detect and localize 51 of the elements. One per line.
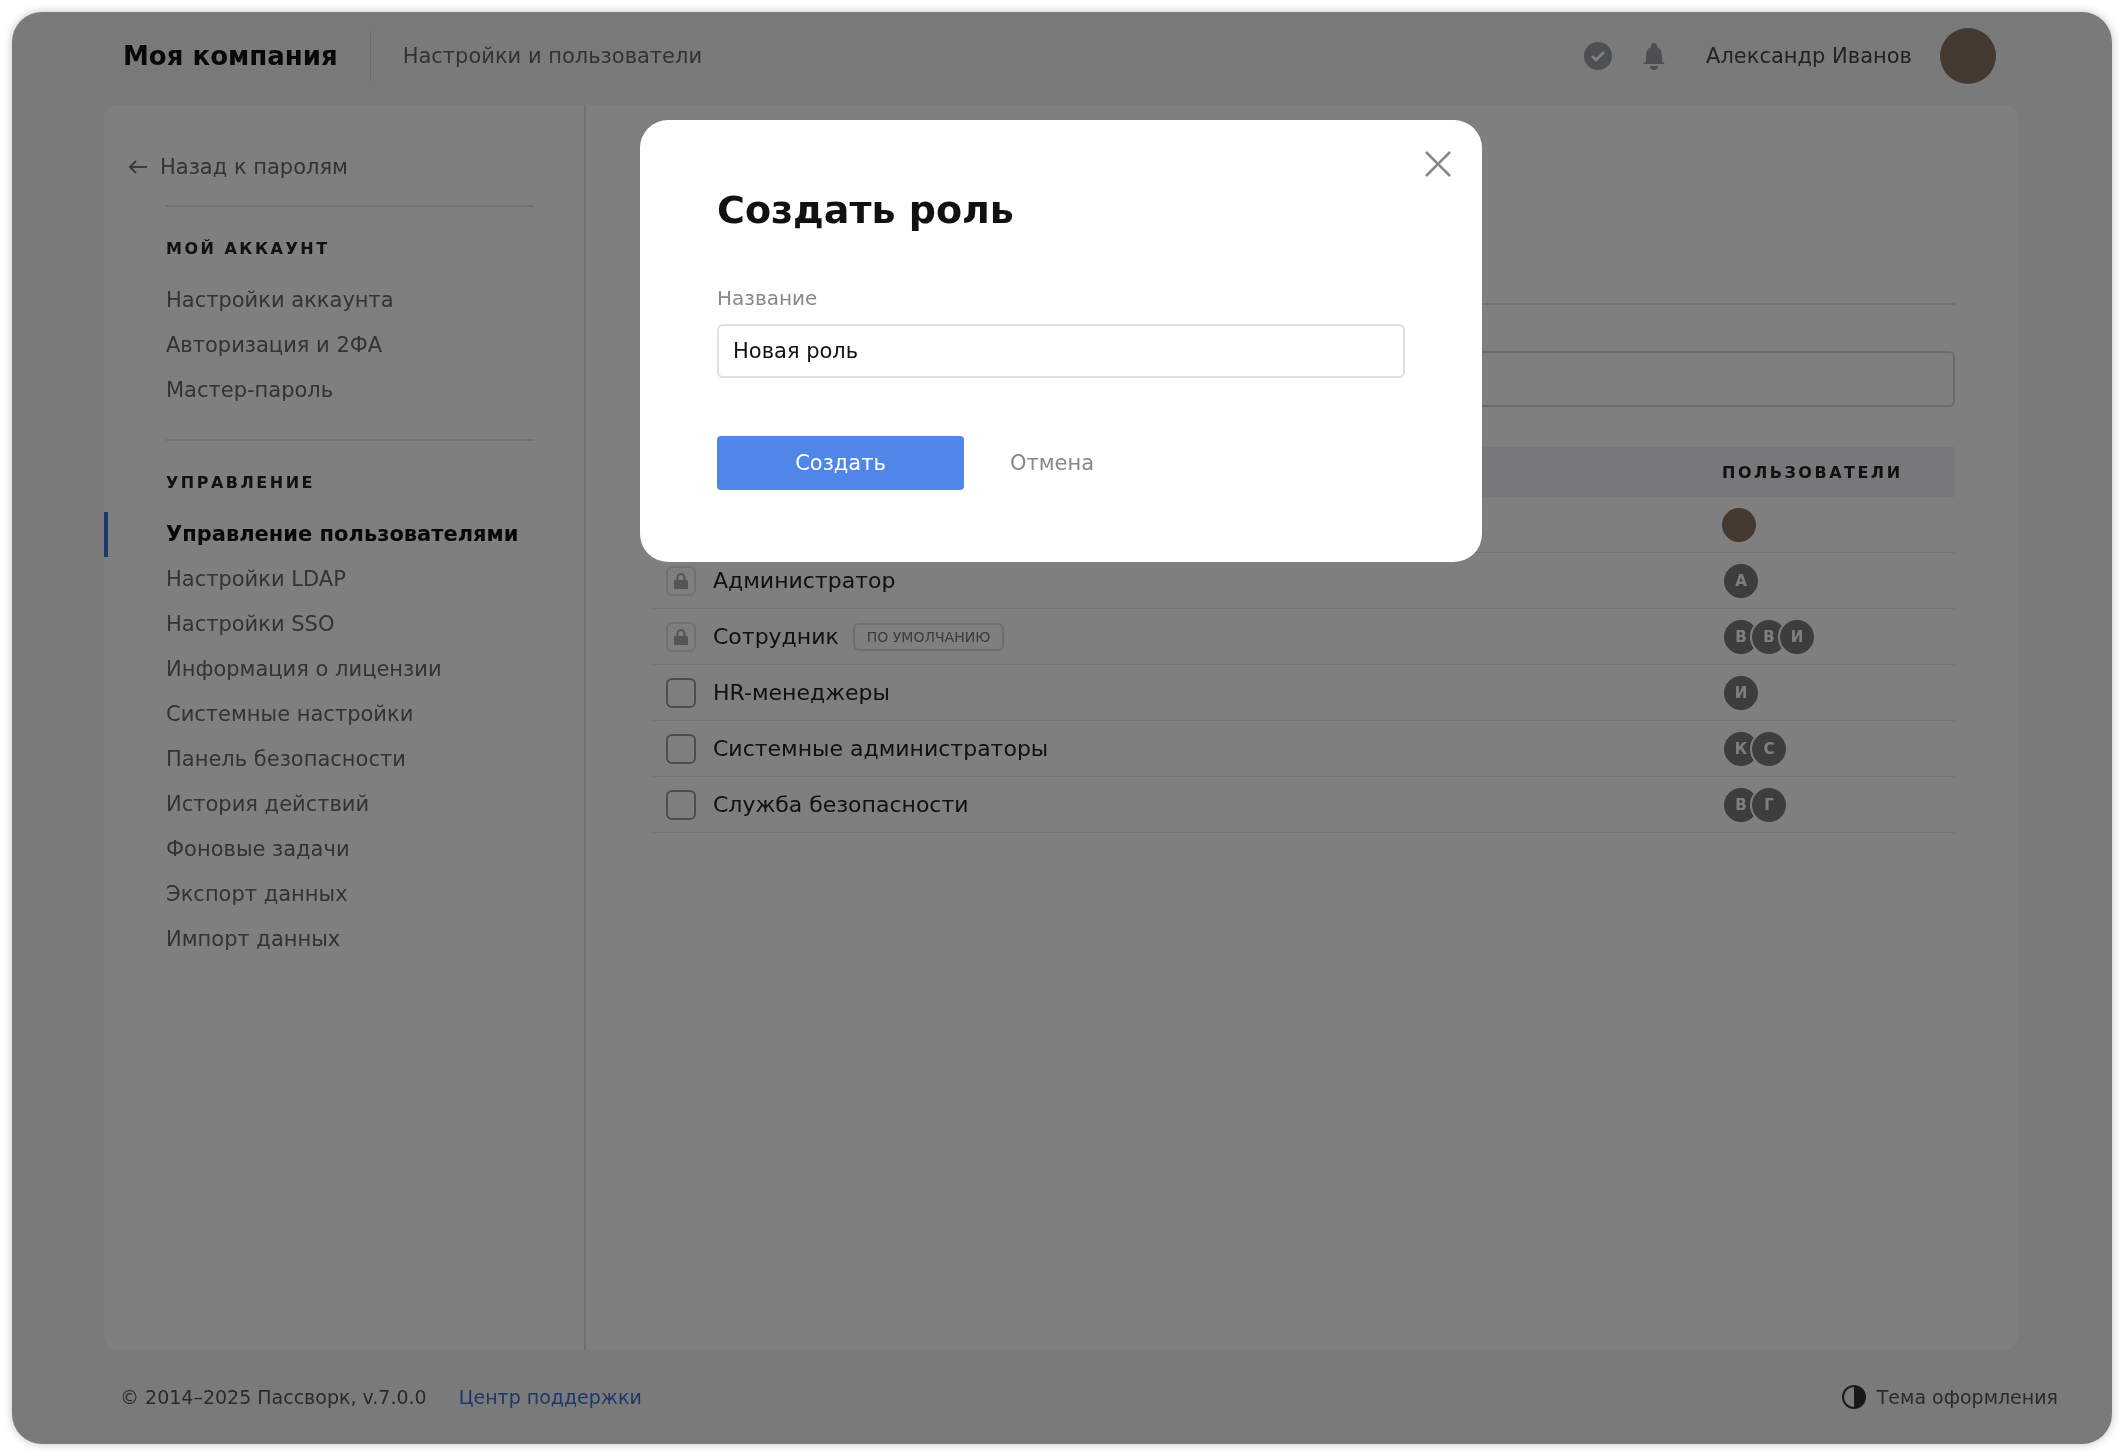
avatar-placeholder[interactable] — [1940, 28, 1996, 84]
role-name: HR-менеджеры — [713, 680, 890, 705]
field-label: Название — [717, 286, 819, 310]
sidebar-item[interactable]: Системные настройки — [104, 692, 534, 737]
dialog-title: Создать роль — [717, 188, 1015, 232]
role-name: Служба безопасности — [713, 792, 969, 817]
cancel-button[interactable]: Отмена — [1004, 450, 1101, 476]
default-tag: ПО УМОЛЧАНИЮ — [852, 622, 1005, 651]
role-name-field[interactable]: Новая роль — [717, 324, 1405, 378]
checkbox[interactable] — [666, 677, 696, 708]
back-arrow-icon — [128, 159, 148, 175]
user-initial-avatar: И — [1778, 617, 1816, 656]
avatar-placeholder — [1722, 507, 1756, 542]
locked-checkbox[interactable] — [666, 565, 696, 596]
user-name[interactable]: Александр Иванов — [1706, 44, 1912, 68]
theme-toggle[interactable]: Тема оформления — [1834, 1383, 2064, 1411]
copyright-text: © 2014–2025 Пассворк, v.7.0.0 — [120, 1386, 427, 1408]
lock-icon — [674, 628, 688, 645]
user-initial-avatar: Г — [1750, 785, 1788, 824]
locked-checkbox[interactable] — [666, 621, 696, 652]
user-initial-avatar: А — [1722, 561, 1760, 600]
sidebar-item[interactable]: Управление пользователями — [104, 512, 534, 557]
create-button[interactable]: Создать — [717, 436, 964, 490]
check-circle-icon[interactable] — [1582, 40, 1614, 72]
sidebar-item[interactable]: Фоновые задачи — [104, 827, 534, 872]
sidebar-item[interactable]: Панель безопасности — [104, 737, 534, 782]
sidebar-item[interactable]: Настройки SSO — [104, 602, 534, 647]
back-link[interactable]: Назад к паролям — [128, 155, 584, 179]
page-section-title: Настройки и пользователи — [401, 44, 704, 68]
contrast-icon — [1840, 1384, 1867, 1410]
sidebar-item[interactable]: История действий — [104, 782, 534, 827]
sidebar-item[interactable]: Настройки аккаунта — [104, 278, 534, 323]
company-name: Моя компания — [123, 31, 371, 81]
sidebar-item[interactable]: Настройки LDAP — [104, 557, 534, 602]
user-initial-avatar: С — [1750, 729, 1788, 768]
lock-icon — [674, 572, 688, 589]
sidebar-section-heading: МОЙ АККАУНТ — [166, 239, 331, 258]
sidebar-item[interactable]: Информация о лицензии — [104, 647, 534, 692]
sidebar-item[interactable]: Импорт данных — [104, 917, 534, 962]
role-name: Сотрудник — [713, 624, 839, 649]
role-name: Системные администраторы — [713, 736, 1049, 761]
user-initial-avatar: И — [1722, 673, 1760, 712]
sidebar-item[interactable]: Авторизация и 2ФА — [104, 323, 534, 368]
support-link[interactable]: Центр поддержки — [458, 1386, 642, 1408]
column-header: ПОЛЬЗОВАТЕЛИ — [1722, 462, 1904, 482]
checkbox[interactable] — [666, 789, 696, 820]
sidebar-item[interactable]: Мастер-пароль — [104, 368, 534, 413]
role-name: Администратор — [713, 568, 896, 593]
sidebar-item[interactable]: Экспорт данных — [104, 872, 534, 917]
sidebar-section-heading: УПРАВЛЕНИЕ — [166, 473, 316, 492]
checkbox[interactable] — [666, 733, 696, 764]
